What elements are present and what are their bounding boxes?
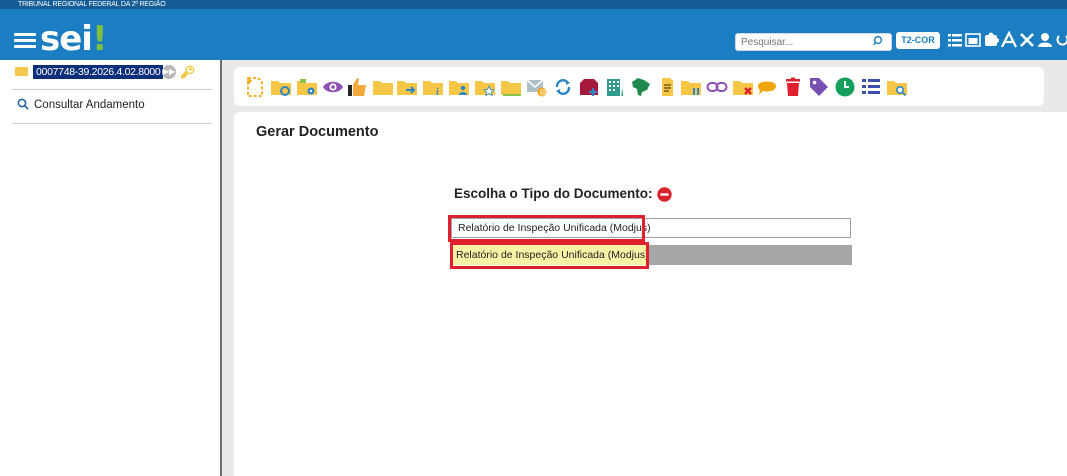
follow-up-icon[interactable] — [474, 76, 496, 98]
tools-icon[interactable] — [1019, 31, 1035, 49]
new-document-icon[interactable] — [244, 76, 266, 98]
upload-sheet-icon[interactable] — [656, 76, 678, 98]
svg-text:i: i — [436, 87, 439, 98]
svg-text:i: i — [621, 88, 624, 98]
search-process-icon[interactable] — [886, 76, 908, 98]
link-icon[interactable] — [706, 76, 728, 98]
minus-circle-icon[interactable] — [657, 187, 672, 202]
sign-block-icon[interactable]: i — [422, 76, 444, 98]
puzzle-icon[interactable] — [983, 31, 999, 49]
unit-badge[interactable]: T2-COR — [896, 32, 940, 49]
search-input[interactable] — [741, 34, 861, 51]
send-process-icon[interactable] — [396, 76, 418, 98]
top-bar: TRIBUNAL REGIONAL FEDERAL DA 2ª REGIÃO s… — [0, 0, 1067, 60]
delete-icon[interactable] — [782, 76, 804, 98]
reply-icon[interactable] — [372, 76, 394, 98]
highlight-box-input — [448, 215, 645, 242]
suspend-icon[interactable] — [680, 76, 702, 98]
sidebar-divider — [12, 89, 212, 90]
recycle-icon[interactable] — [630, 76, 652, 98]
tag-icon[interactable] — [808, 76, 830, 98]
consult-progress-label: Consultar Andamento — [34, 99, 145, 111]
update-sheet-icon[interactable] — [552, 76, 574, 98]
relate-process-icon[interactable] — [270, 76, 292, 98]
key-icon: 🔑︎ — [180, 65, 196, 79]
schedule-icon[interactable] — [500, 76, 522, 98]
remove-relation-icon[interactable] — [732, 76, 754, 98]
attach-process-icon[interactable] — [296, 76, 318, 98]
search-icon[interactable] — [873, 35, 885, 47]
deadline-icon[interactable] — [834, 76, 856, 98]
set-marker-icon[interactable] — [346, 76, 368, 98]
calendar-icon[interactable] — [965, 31, 981, 49]
organization-name: TRIBUNAL REGIONAL FEDERAL DA 2ª REGIÃO — [18, 1, 166, 8]
font-size-icon[interactable] — [1001, 31, 1017, 49]
logo-mark: ! — [91, 19, 107, 59]
search-icon — [17, 98, 29, 110]
process-number[interactable]: 0007748-39.2026.4.02.8000 — [33, 65, 164, 79]
content-panel — [234, 112, 1067, 476]
process-toolbar: i @ i — [234, 67, 1044, 106]
sei-logo[interactable]: sei! — [40, 22, 107, 56]
send-email-icon[interactable]: @ — [526, 76, 548, 98]
list-icon[interactable] — [947, 31, 963, 49]
list-view-icon[interactable] — [860, 76, 882, 98]
search-box[interactable] — [735, 33, 892, 51]
forward-icon[interactable]: ▶▶ — [162, 65, 176, 79]
logo-text: sei — [40, 19, 93, 59]
user-icon[interactable] — [1037, 31, 1053, 49]
sidebar-divider — [12, 123, 212, 124]
menu-icon[interactable] — [14, 33, 36, 49]
duplicate-record-icon[interactable]: i — [604, 76, 626, 98]
priority-icon[interactable] — [578, 76, 600, 98]
folder-icon — [15, 67, 28, 76]
page-title: Gerar Documento — [256, 124, 379, 140]
highlight-box-option — [450, 242, 649, 269]
view-access-icon[interactable] — [322, 76, 344, 98]
document-type-label: Escolha o Tipo do Documento: — [454, 186, 653, 201]
comment-icon[interactable] — [756, 76, 778, 98]
power-icon[interactable] — [1055, 31, 1067, 49]
svg-text:@: @ — [539, 90, 546, 97]
assign-process-icon[interactable] — [448, 76, 470, 98]
